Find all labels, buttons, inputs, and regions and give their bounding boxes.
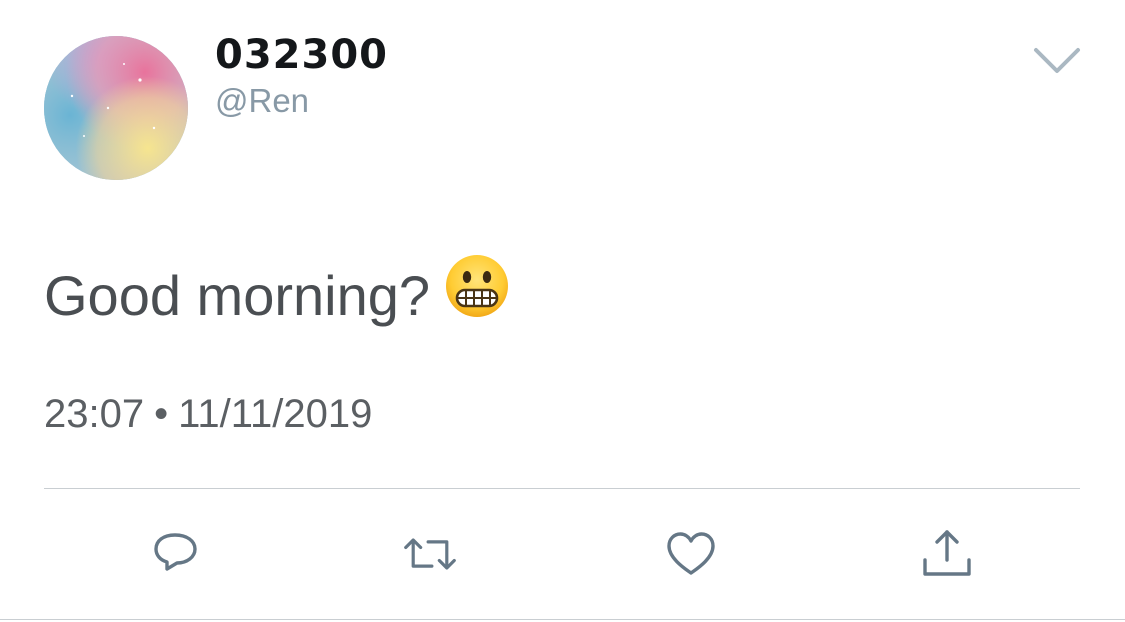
share-icon	[923, 530, 971, 576]
retweet-button[interactable]	[402, 526, 458, 582]
timestamp-separator: •	[154, 392, 169, 436]
tweet-text-container: Good morning?	[44, 254, 510, 338]
retweet-icon	[404, 538, 456, 570]
grimacing-face-emoji-icon	[444, 253, 510, 338]
user-handle[interactable]: @Ren	[215, 80, 309, 122]
tweet-time: 23:07	[44, 392, 145, 436]
display-name[interactable]: 032300	[215, 30, 388, 80]
tweet-timestamp[interactable]: 23:07 • 11/11/2019	[44, 388, 372, 440]
bottom-divider	[0, 619, 1125, 620]
tweet-text: Good morning?	[44, 264, 431, 327]
reply-button[interactable]	[148, 526, 204, 582]
avatar[interactable]	[44, 36, 188, 180]
tweet-card: 032300 @Ren Good morning? 23:07 • 11/11/…	[0, 0, 1125, 622]
divider	[44, 488, 1080, 489]
pastel-galaxy-avatar-icon	[44, 36, 188, 180]
heart-icon	[667, 532, 715, 575]
like-button[interactable]	[663, 526, 719, 582]
tweet-date: 11/11/2019	[178, 392, 373, 436]
chevron-down-icon	[1034, 48, 1080, 73]
tweet-menu-button[interactable]	[1030, 40, 1084, 80]
reply-icon	[154, 533, 197, 571]
share-button[interactable]	[919, 526, 975, 582]
